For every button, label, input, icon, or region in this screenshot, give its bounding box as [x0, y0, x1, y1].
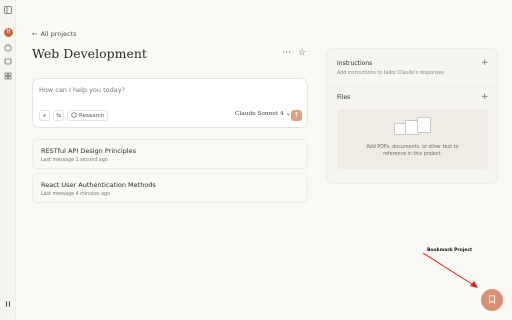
- sliders-icon: ⇆: [56, 112, 61, 119]
- title-actions: ⋯ ☆: [282, 48, 306, 58]
- chat-meta: Last message 1 second ago: [41, 158, 108, 163]
- research-label: Research: [79, 112, 105, 119]
- star-icon[interactable]: ☆: [298, 48, 306, 58]
- dropzone-line: reference in this project.: [383, 152, 442, 157]
- add-attachment-button[interactable]: +: [39, 110, 50, 121]
- back-to-projects-link[interactable]: ← All projects: [32, 30, 77, 38]
- chat-meta: Last message 4 minutes ago: [41, 192, 111, 197]
- back-link-label: All projects: [40, 30, 77, 38]
- chat-item[interactable]: React User Authentication Methods Last m…: [32, 173, 308, 203]
- dropzone-line: Add PDFs, documents, or other text to: [366, 145, 459, 150]
- sidebar-rail: H: [0, 0, 16, 320]
- model-selector[interactable]: Claude Sonnet 4 ⌄: [235, 111, 291, 117]
- chat-title: RESTful API Design Principles: [41, 147, 136, 155]
- avatar[interactable]: H: [4, 28, 13, 37]
- chat-title: React User Authentication Methods: [41, 181, 156, 189]
- annotation-arrow-icon: [422, 252, 478, 288]
- chat-item[interactable]: RESTful API Design Principles Last messa…: [32, 139, 308, 169]
- file-dropzone[interactable]: Add PDFs, documents, or other text to re…: [337, 109, 488, 169]
- instructions-title: Instructions: [337, 60, 373, 67]
- research-button[interactable]: Research: [67, 110, 109, 121]
- chats-icon[interactable]: [4, 58, 12, 66]
- chevron-down-icon: ⌄: [285, 111, 291, 117]
- sidebar-toggle-icon[interactable]: [4, 6, 12, 14]
- dropzone-text: Add PDFs, documents, or other text to re…: [337, 144, 488, 158]
- add-instructions-button[interactable]: +: [481, 59, 489, 68]
- message-input[interactable]: [39, 86, 299, 94]
- arrow-up-icon: ↑: [293, 111, 300, 119]
- page-title: Web Development: [32, 46, 147, 61]
- add-files-button[interactable]: +: [481, 93, 489, 102]
- instructions-hint: Add instructions to tailor Claude's resp…: [337, 71, 444, 76]
- projects-icon[interactable]: [4, 72, 12, 80]
- back-arrow-icon: ←: [32, 30, 38, 38]
- model-label: Claude Sonnet 4: [235, 111, 284, 117]
- bookmark-project-button[interactable]: [481, 289, 503, 311]
- divider: [327, 86, 497, 87]
- bookmark-icon: [488, 295, 496, 307]
- tools-settings-button[interactable]: ⇆: [53, 110, 64, 121]
- more-options-icon[interactable]: ⋯: [282, 48, 291, 58]
- research-icon: [71, 111, 77, 120]
- new-chat-icon[interactable]: [4, 44, 12, 52]
- project-knowledge-panel: Instructions + Add instructions to tailo…: [326, 48, 498, 184]
- documents-icon: [392, 117, 434, 141]
- send-button[interactable]: ↑: [291, 110, 302, 121]
- files-title: Files: [337, 94, 351, 101]
- chat-composer: + ⇆ Research Claude Sonnet 4 ⌄ ↑: [32, 78, 308, 128]
- plus-icon: +: [42, 112, 47, 119]
- collapse-icon[interactable]: [4, 300, 12, 308]
